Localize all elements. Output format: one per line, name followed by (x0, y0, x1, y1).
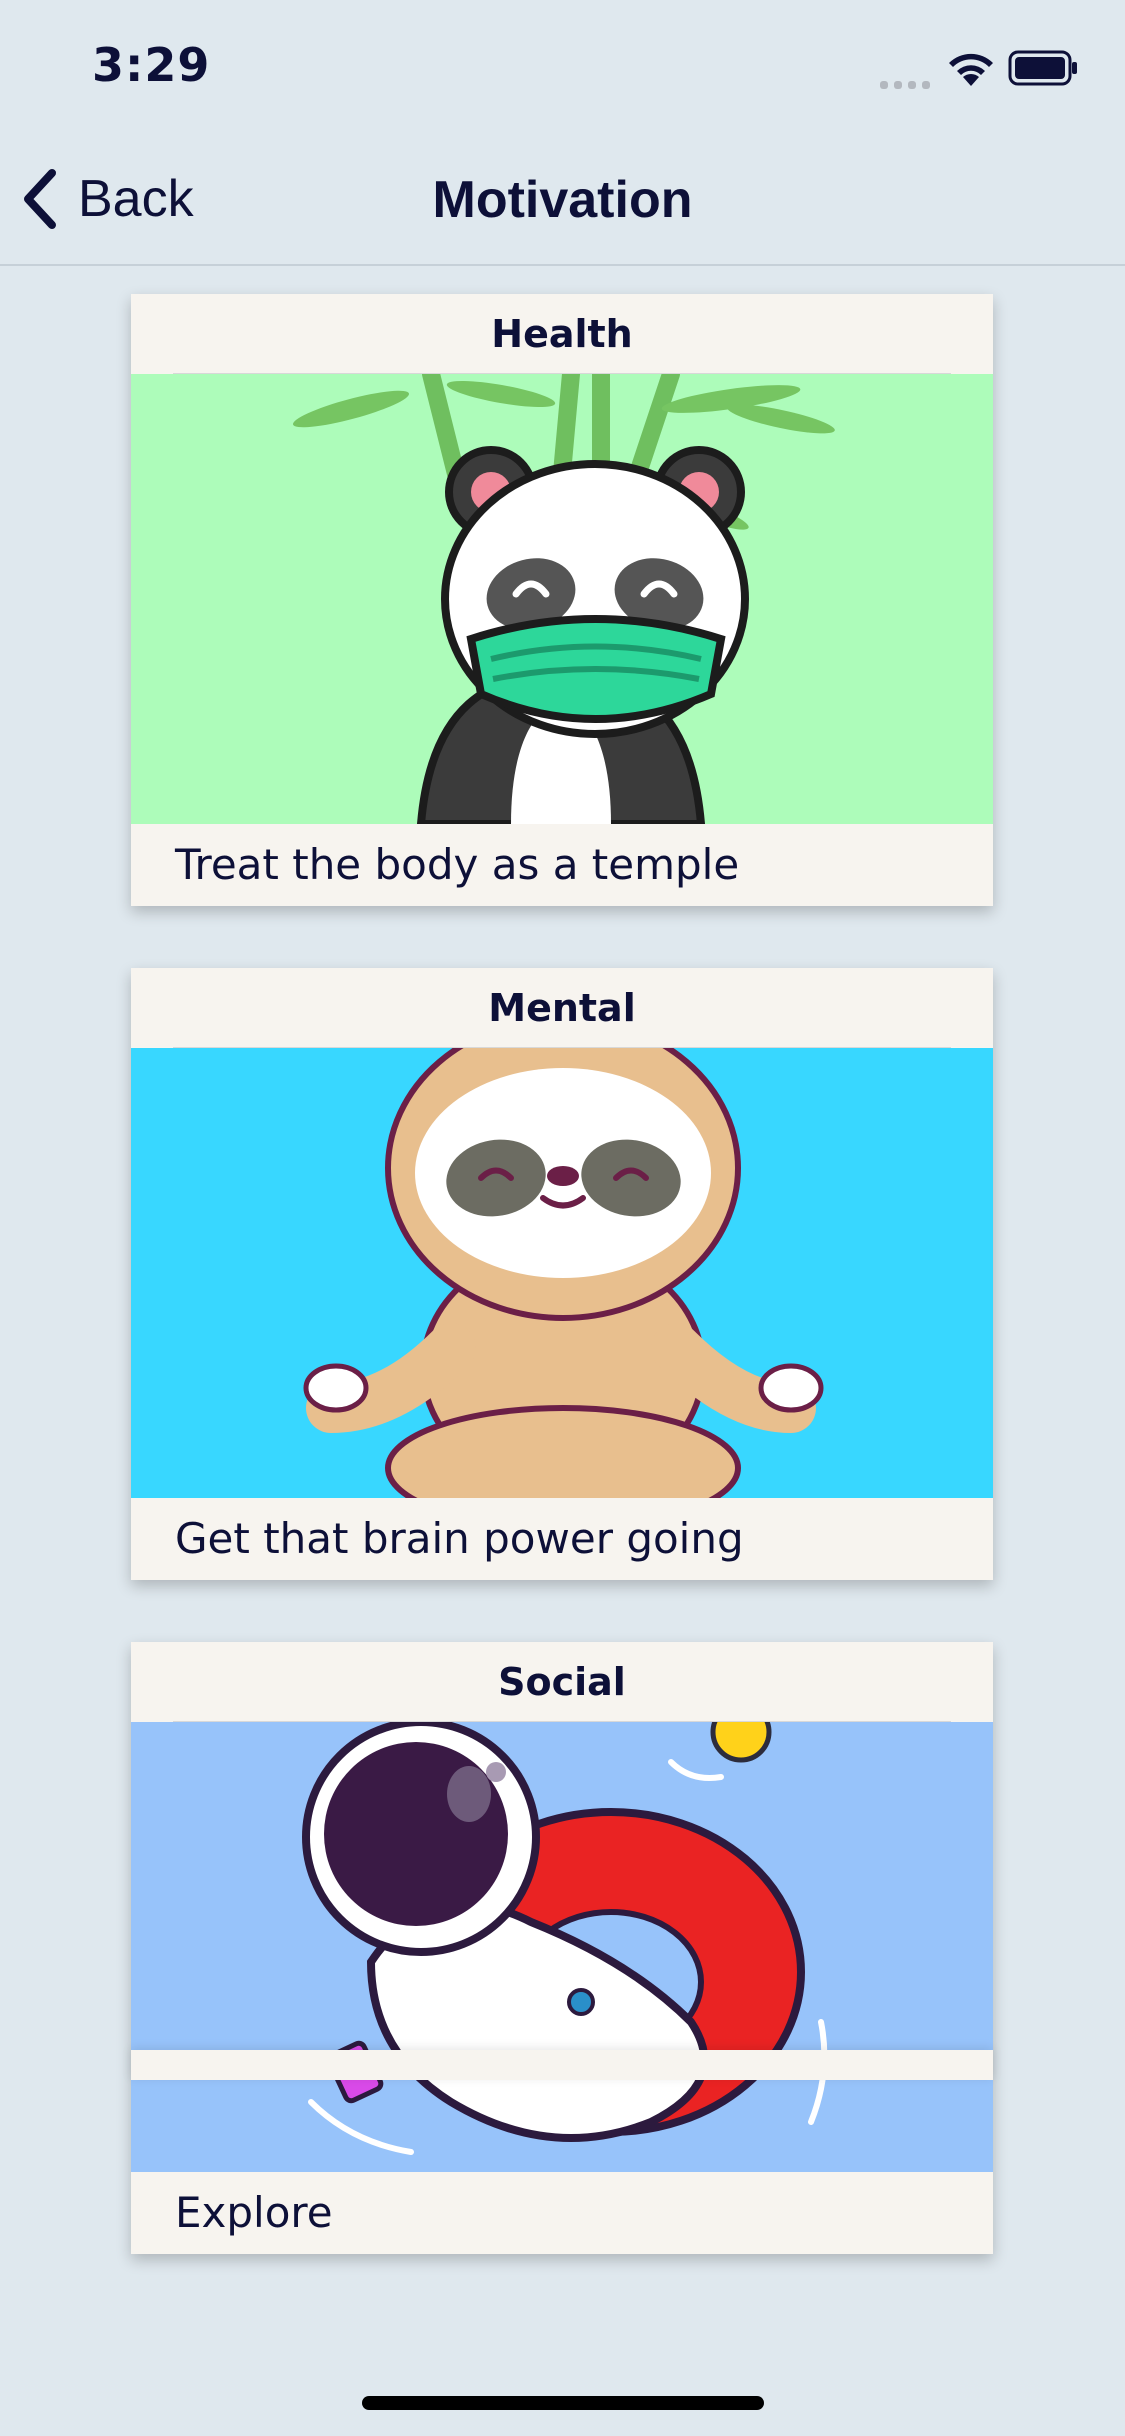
astronaut-on-float-illustration (131, 1722, 993, 2172)
meditating-sloth-illustration (131, 1048, 993, 1498)
next-card-peek[interactable] (131, 2050, 993, 2080)
back-button[interactable]: Back (20, 164, 194, 234)
card-caption: Treat the body as a temple (175, 840, 740, 889)
status-time: 3:29 (92, 38, 211, 92)
battery-icon (1008, 50, 1077, 86)
chevron-left-icon (24, 169, 56, 229)
cellular-signal-icon (880, 74, 936, 89)
card-title: Social (498, 1660, 626, 1704)
navigation-bar: Back Motivation (0, 140, 1125, 266)
card-health[interactable]: Health Treat the body as a temple (131, 294, 993, 906)
status-bar: 3:29 (0, 0, 1125, 140)
card-caption: Explore (175, 2188, 333, 2237)
back-label: Back (78, 170, 194, 228)
home-indicator[interactable] (362, 2396, 764, 2410)
card-caption: Get that brain power going (175, 1514, 744, 1563)
wifi-icon (949, 53, 993, 86)
card-title: Health (491, 312, 633, 356)
card-social[interactable]: Social Explore (131, 1642, 993, 2254)
card-title: Mental (488, 986, 636, 1030)
motivation-list[interactable]: Health Treat the body as a temple Mental… (0, 266, 1125, 2332)
panda-with-mask-illustration (131, 374, 993, 824)
card-mental[interactable]: Mental Get that brain power going (131, 968, 993, 1580)
